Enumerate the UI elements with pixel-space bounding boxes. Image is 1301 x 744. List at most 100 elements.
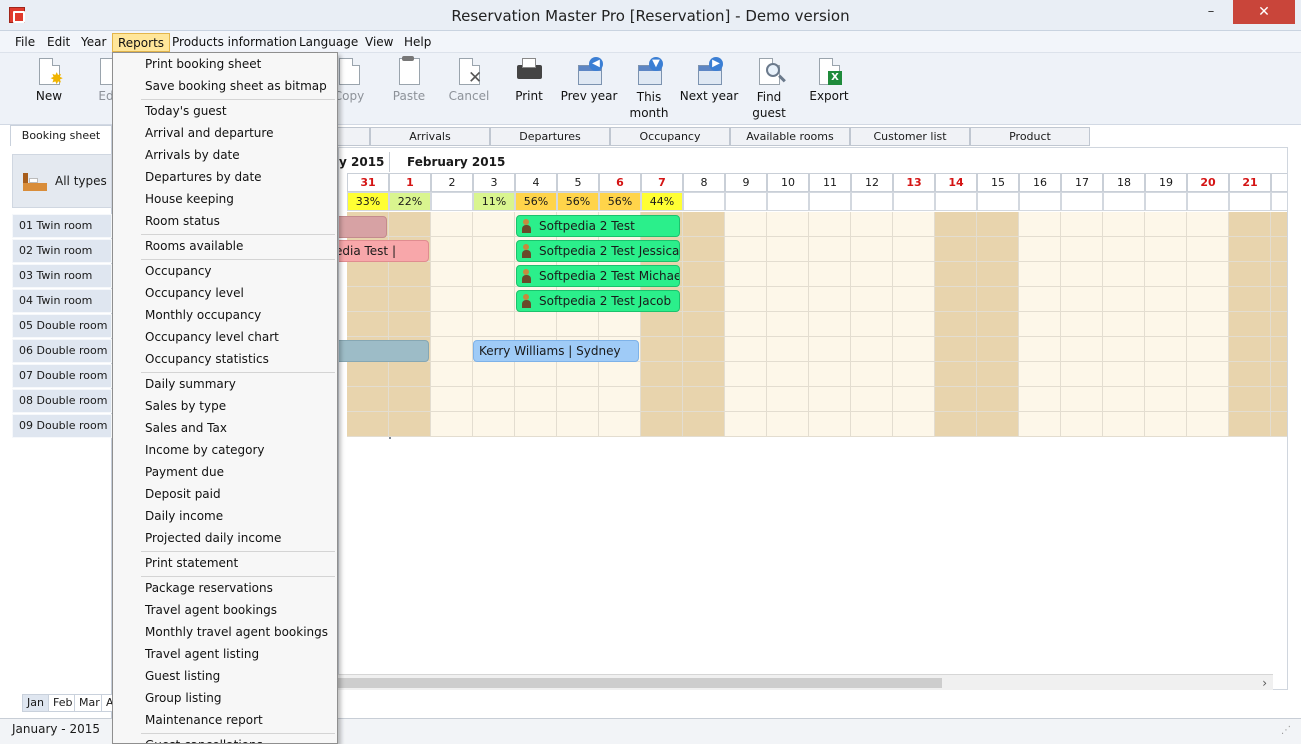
grid-cell[interactable] bbox=[851, 337, 893, 362]
grid-cell[interactable] bbox=[1103, 362, 1145, 387]
menu-help[interactable]: Help bbox=[399, 33, 436, 52]
grid-cell[interactable] bbox=[1019, 312, 1061, 337]
grid-cell[interactable] bbox=[977, 287, 1019, 312]
grid-cell[interactable] bbox=[557, 362, 599, 387]
grid-cell[interactable] bbox=[977, 262, 1019, 287]
menu-item-guest-listing[interactable]: Guest listing bbox=[145, 665, 220, 687]
grid-cell[interactable] bbox=[935, 312, 977, 337]
grid-cell[interactable] bbox=[1103, 287, 1145, 312]
grid-cell[interactable] bbox=[893, 412, 935, 437]
booking-bar[interactable] bbox=[339, 340, 429, 362]
grid-cell[interactable] bbox=[1103, 387, 1145, 412]
menu-year[interactable]: Year bbox=[76, 33, 111, 52]
grid-cell[interactable] bbox=[809, 387, 851, 412]
all-types-button[interactable]: All types bbox=[12, 154, 112, 208]
grid-cell[interactable] bbox=[935, 362, 977, 387]
grid-cell[interactable] bbox=[977, 362, 1019, 387]
grid-cell[interactable] bbox=[851, 412, 893, 437]
grid-cell[interactable] bbox=[599, 412, 641, 437]
grid-cell[interactable] bbox=[1229, 262, 1271, 287]
grid-cell[interactable] bbox=[1061, 337, 1103, 362]
grid-cell[interactable] bbox=[767, 362, 809, 387]
grid-cell[interactable] bbox=[431, 312, 473, 337]
paste-button[interactable]: Paste bbox=[379, 56, 439, 103]
grid-cell[interactable] bbox=[1061, 312, 1103, 337]
grid-cell[interactable] bbox=[557, 412, 599, 437]
grid-cell[interactable] bbox=[851, 262, 893, 287]
menu-item-package-reservations[interactable]: Package reservations bbox=[145, 577, 273, 599]
room-row-01[interactable]: 01 Twin room bbox=[12, 214, 112, 238]
grid-cell[interactable] bbox=[1019, 412, 1061, 437]
new-button[interactable]: ✸ New bbox=[19, 57, 79, 103]
menu-item-monthly-travel-agent-bookings[interactable]: Monthly travel agent bookings bbox=[145, 621, 328, 643]
next-year-button[interactable]: ▶ Next year bbox=[679, 57, 739, 103]
grid-cell[interactable] bbox=[1103, 237, 1145, 262]
menu-item-maintenance-report[interactable]: Maintenance report bbox=[145, 709, 263, 731]
grid-cell[interactable] bbox=[641, 412, 683, 437]
grid-cell[interactable] bbox=[1229, 387, 1271, 412]
grid-cell[interactable] bbox=[809, 412, 851, 437]
grid-cell[interactable] bbox=[1103, 312, 1145, 337]
grid-cell[interactable] bbox=[725, 262, 767, 287]
grid-cell[interactable] bbox=[473, 212, 515, 237]
booking-bar[interactable]: edia Test | bbox=[339, 240, 429, 262]
grid-cell[interactable] bbox=[515, 312, 557, 337]
grid-cell[interactable] bbox=[851, 287, 893, 312]
menu-item-deposit-paid[interactable]: Deposit paid bbox=[145, 483, 221, 505]
grid-cell[interactable] bbox=[725, 312, 767, 337]
grid-cell[interactable] bbox=[1061, 237, 1103, 262]
menu-item-save-booking-sheet-as-bitmap[interactable]: Save booking sheet as bitmap bbox=[145, 75, 327, 97]
grid-cell[interactable] bbox=[1145, 287, 1187, 312]
menu-item-occupancy[interactable]: Occupancy bbox=[145, 260, 212, 282]
grid-cell[interactable] bbox=[1271, 212, 1287, 237]
grid-cell[interactable] bbox=[515, 387, 557, 412]
grid-cell[interactable] bbox=[1229, 412, 1271, 437]
grid-cell[interactable] bbox=[431, 412, 473, 437]
grid-cell[interactable] bbox=[683, 337, 725, 362]
grid-cell[interactable] bbox=[389, 387, 431, 412]
grid-cell[interactable] bbox=[809, 312, 851, 337]
room-row-03[interactable]: 03 Twin room bbox=[12, 264, 112, 288]
menu-item-income-by-category[interactable]: Income by category bbox=[145, 439, 265, 461]
grid-cell[interactable] bbox=[935, 287, 977, 312]
grid-cell[interactable] bbox=[1187, 287, 1229, 312]
grid-cell[interactable] bbox=[599, 312, 641, 337]
grid-cell[interactable] bbox=[767, 262, 809, 287]
menu-item-monthly-occupancy[interactable]: Monthly occupancy bbox=[145, 304, 261, 326]
room-row-08[interactable]: 08 Double room bbox=[12, 389, 112, 413]
grid-cell[interactable] bbox=[431, 362, 473, 387]
menu-language[interactable]: Language bbox=[294, 33, 363, 52]
grid-cell[interactable] bbox=[809, 337, 851, 362]
grid-cell[interactable] bbox=[767, 287, 809, 312]
room-row-05[interactable]: 05 Double room bbox=[12, 314, 112, 338]
room-row-09[interactable]: 09 Double room bbox=[12, 414, 112, 438]
menu-item-print-statement[interactable]: Print statement bbox=[145, 552, 238, 574]
grid-cell[interactable] bbox=[599, 362, 641, 387]
grid-cell[interactable] bbox=[977, 312, 1019, 337]
grid-cell[interactable] bbox=[1061, 287, 1103, 312]
menu-products-information[interactable]: Products information bbox=[167, 33, 302, 52]
grid-cell[interactable] bbox=[431, 212, 473, 237]
grid-cell[interactable] bbox=[1271, 362, 1287, 387]
resize-grip-icon[interactable]: ⋰ bbox=[1281, 725, 1291, 736]
this-month-button[interactable]: ▼ This month bbox=[619, 57, 679, 121]
grid-cell[interactable] bbox=[851, 312, 893, 337]
grid-cell[interactable] bbox=[683, 287, 725, 312]
grid-cell[interactable] bbox=[347, 262, 389, 287]
grid-cell[interactable] bbox=[599, 387, 641, 412]
tab-product[interactable]: Product bbox=[970, 127, 1090, 146]
grid-cell[interactable] bbox=[1145, 362, 1187, 387]
menu-item-arrivals-by-date[interactable]: Arrivals by date bbox=[145, 144, 240, 166]
grid-cell[interactable] bbox=[1061, 412, 1103, 437]
grid-cell[interactable] bbox=[1019, 237, 1061, 262]
grid-cell[interactable] bbox=[1019, 337, 1061, 362]
grid-cell[interactable] bbox=[1229, 287, 1271, 312]
grid-cell[interactable] bbox=[1271, 312, 1287, 337]
grid-cell[interactable] bbox=[1229, 362, 1271, 387]
grid-cell[interactable] bbox=[1187, 387, 1229, 412]
grid-cell[interactable] bbox=[1145, 412, 1187, 437]
grid-cell[interactable] bbox=[1019, 212, 1061, 237]
booking-bar[interactable]: Softpedia 2 Test bbox=[516, 215, 680, 237]
menu-item-departures-by-date[interactable]: Departures by date bbox=[145, 166, 262, 188]
month-tab-jan[interactable]: Jan bbox=[22, 694, 49, 712]
